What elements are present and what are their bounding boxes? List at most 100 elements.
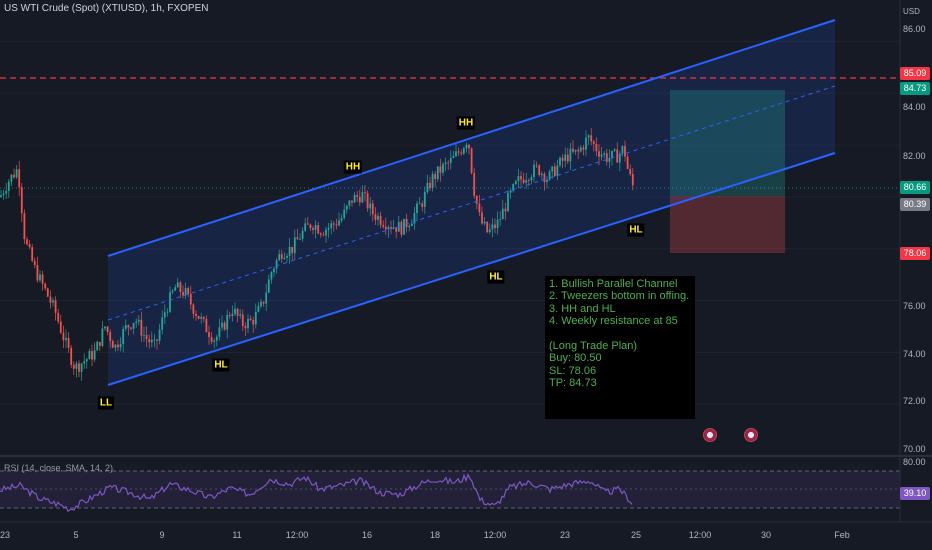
candle-body	[335, 224, 338, 226]
candle-body	[325, 229, 327, 236]
candle-body	[179, 282, 182, 292]
candle-body	[501, 208, 504, 220]
label-hh-1[interactable]: HH	[343, 160, 363, 174]
candle-body	[585, 137, 587, 150]
currency-label: USD	[903, 7, 920, 16]
candle-body	[65, 337, 67, 341]
candle-body	[189, 293, 192, 305]
candle-body	[520, 176, 522, 180]
rsi-title[interactable]: RSI (14, close, SMA, 14, 2)	[4, 463, 113, 473]
note-line: Buy: 80.50	[549, 352, 602, 365]
candle-body	[104, 326, 106, 329]
candle-body	[382, 224, 385, 227]
candle-body	[566, 154, 569, 162]
candle-body	[468, 144, 470, 149]
candle-body	[491, 224, 494, 230]
date-tick: Feb	[834, 530, 850, 540]
candle-body	[85, 359, 88, 362]
candle-body	[130, 327, 132, 329]
label-hl-2[interactable]: HL	[487, 270, 505, 284]
label-hh-2[interactable]: HH	[456, 116, 476, 130]
candle-body	[91, 351, 93, 360]
candle-body	[67, 337, 70, 348]
candle-body	[234, 308, 236, 314]
candle-body	[317, 225, 320, 234]
candle-body	[507, 192, 509, 212]
candle-body	[262, 301, 265, 304]
candle-body	[553, 166, 556, 177]
candle-body	[83, 361, 86, 364]
candle-body	[312, 228, 314, 230]
candle-body	[223, 322, 226, 330]
candle-body	[447, 162, 450, 164]
date-tick: 12:00	[285, 530, 309, 540]
stop-loss-price-tag: 78.06	[900, 247, 930, 260]
candle-body	[577, 149, 580, 152]
symbol-title[interactable]: US WTI Crude (Spot) (XTIUSD), 1h, FXOPEN	[4, 3, 208, 14]
candle-body	[158, 329, 161, 341]
resistance-price-tag: 85.09	[900, 67, 930, 80]
candle-body	[148, 339, 151, 343]
candle-body	[145, 335, 148, 340]
candle-body	[343, 209, 346, 218]
candle-body	[418, 203, 421, 205]
candle-body	[210, 336, 213, 342]
chart-window[interactable]: US WTI Crude (Spot) (XTIUSD), 1h, FXOPEN…	[0, 0, 932, 550]
candle-body	[171, 290, 174, 293]
date-tick: 11	[232, 530, 242, 540]
candle-body	[39, 274, 41, 281]
candle-body	[46, 288, 49, 297]
candle-body	[156, 339, 158, 341]
chart-canvas[interactable]	[0, 0, 932, 550]
candle-body	[301, 230, 304, 240]
trade-plan-note[interactable]: 1. Bullish Parallel Channel 2. Tweezers …	[545, 276, 695, 419]
us-flag-event-icon[interactable]	[703, 428, 717, 442]
candle-body	[327, 227, 330, 230]
candle-body	[96, 341, 99, 351]
candle-body	[462, 148, 465, 154]
stop-loss-zone[interactable]	[670, 196, 785, 253]
candle-body	[132, 322, 135, 329]
candle-body	[351, 200, 353, 203]
price-tick: 82.00	[903, 151, 926, 161]
candle-body	[231, 313, 234, 317]
candle-body	[150, 339, 153, 343]
candle-body	[41, 274, 44, 284]
label-hl-1[interactable]: HL	[212, 358, 230, 372]
candle-body	[556, 165, 559, 177]
candle-body	[218, 327, 221, 337]
candle-body	[582, 147, 585, 150]
date-tick: 12:00	[688, 530, 712, 540]
candle-body	[296, 237, 299, 240]
candle-body	[478, 203, 481, 213]
candle-body	[538, 165, 541, 176]
candle-body	[548, 171, 551, 180]
candle-body	[135, 321, 138, 323]
rsi-tick: 80.00	[903, 457, 926, 467]
candle-body	[496, 219, 499, 228]
note-line: TP: 84.73	[549, 377, 597, 390]
candle-body	[72, 364, 75, 369]
label-hl-3[interactable]: HL	[627, 223, 645, 237]
price-tick: 74.00	[903, 349, 926, 359]
candle-body	[366, 193, 369, 209]
candle-body	[626, 156, 629, 169]
candle-body	[236, 308, 239, 316]
candle-body	[252, 320, 255, 325]
candle-body	[163, 312, 166, 318]
candle-body	[624, 146, 626, 157]
note-line: 2. Tweezers bottom in offing.	[549, 290, 690, 303]
candle-body	[603, 153, 606, 155]
candle-body	[280, 254, 283, 259]
candle-body	[182, 291, 184, 296]
candle-body	[187, 288, 190, 294]
candle-body	[122, 328, 125, 345]
us-flag-event-icon[interactable]	[744, 428, 758, 442]
candle-body	[278, 254, 281, 261]
candle-body	[621, 146, 624, 154]
candle-body	[62, 332, 65, 341]
label-ll[interactable]: LL	[97, 396, 115, 410]
take-profit-zone[interactable]	[670, 90, 785, 196]
candle-body	[106, 326, 109, 333]
candle-body	[166, 311, 169, 313]
